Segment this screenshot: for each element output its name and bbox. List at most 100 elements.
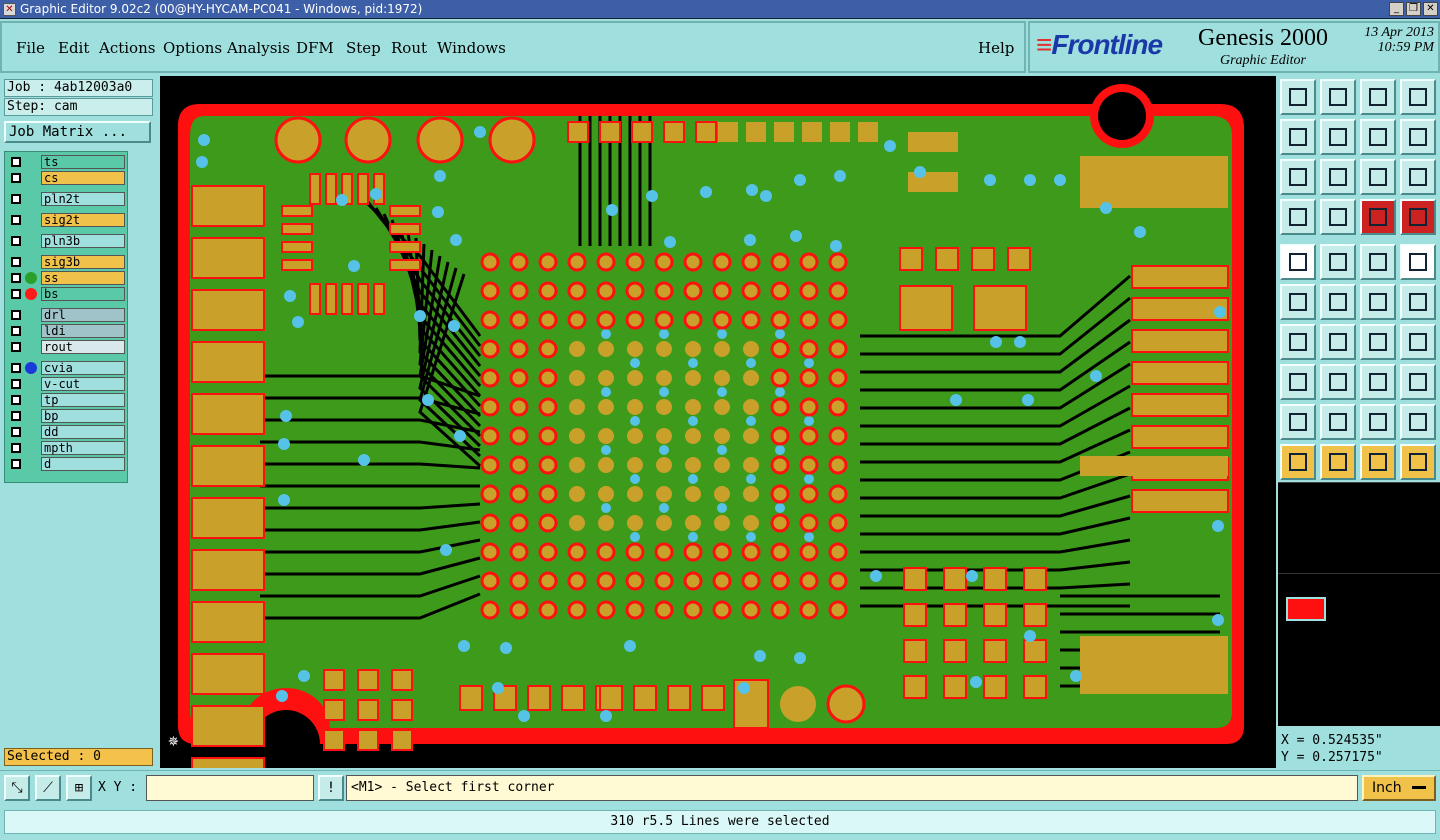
grid-snap-icon[interactable]: ⊞ — [66, 775, 92, 801]
triangle3-icon[interactable] — [1360, 404, 1396, 440]
menu-analysis[interactable]: Analysis — [227, 39, 290, 57]
layer-checkbox[interactable] — [11, 310, 21, 320]
layer-name[interactable]: pln3b — [41, 234, 125, 248]
minimize-icon[interactable]: _ — [1389, 2, 1404, 16]
layer-checkbox[interactable] — [11, 326, 21, 336]
layer-checkbox[interactable] — [11, 459, 21, 469]
pad-icon[interactable] — [1280, 244, 1316, 280]
layer-name[interactable]: cvia — [41, 361, 125, 375]
layer-name[interactable]: bp — [41, 409, 125, 423]
dash-circle-icon[interactable] — [1400, 244, 1436, 280]
close-icon[interactable]: ✕ — [1423, 2, 1438, 16]
layer-row-ts[interactable]: ts — [7, 155, 127, 169]
triangle4-icon[interactable] — [1400, 404, 1436, 440]
layer-checkbox[interactable] — [11, 342, 21, 352]
layer-row-cs[interactable]: cs — [7, 171, 127, 185]
overview-viewport[interactable] — [1286, 597, 1326, 621]
grid-icon[interactable] — [1320, 199, 1356, 235]
fit-icon[interactable] — [1280, 159, 1316, 195]
layer-name[interactable]: drl — [41, 308, 125, 322]
copy-icon[interactable] — [1280, 364, 1316, 400]
left-icon[interactable] — [1280, 119, 1316, 155]
layer-checkbox[interactable] — [11, 173, 21, 183]
graphics-canvas[interactable]: ✵ — [160, 76, 1276, 799]
shape-icon[interactable] — [1320, 244, 1356, 280]
menu-actions[interactable]: Actions — [99, 39, 155, 57]
home-icon[interactable] — [1360, 79, 1396, 115]
right-icon[interactable] — [1320, 119, 1356, 155]
angle-icon[interactable] — [1280, 324, 1316, 360]
layer-checkbox[interactable] — [11, 379, 21, 389]
layer-row-cvia[interactable]: cvia — [7, 361, 127, 375]
layer-row-dd[interactable]: dd — [7, 425, 127, 439]
layer-row-drl[interactable]: drl — [7, 308, 127, 322]
layer-name[interactable]: d — [41, 457, 125, 471]
menu-options[interactable]: Options — [163, 39, 222, 57]
layer-row-bs[interactable]: bs — [7, 287, 127, 301]
cross-icon[interactable] — [1320, 284, 1356, 320]
layer-checkbox[interactable] — [11, 363, 21, 373]
layer-row-sig2t[interactable]: sig2t — [7, 213, 127, 227]
layer-name[interactable]: tp — [41, 393, 125, 407]
layer-name[interactable]: ts — [41, 155, 125, 169]
minus-icon[interactable] — [1320, 364, 1356, 400]
layer-row-d[interactable]: d — [7, 457, 127, 471]
layer-name[interactable]: sig2t — [41, 213, 125, 227]
layer-name[interactable]: v-cut — [41, 377, 125, 391]
layer-row-v-cut[interactable]: v-cut — [7, 377, 127, 391]
layer-checkbox[interactable] — [11, 236, 21, 246]
menu-windows[interactable]: Windows — [437, 39, 506, 57]
net-icon[interactable] — [1280, 284, 1316, 320]
overview-map[interactable] — [1278, 482, 1440, 726]
help-icon[interactable] — [1400, 159, 1436, 195]
ruler-icon[interactable] — [1360, 244, 1396, 280]
layer-name[interactable]: ss — [41, 271, 125, 285]
layer-row-pln2t[interactable]: pln2t — [7, 192, 127, 206]
layer-row-tp[interactable]: tp — [7, 393, 127, 407]
restore-icon[interactable]: ❐ — [1406, 2, 1421, 16]
layer-row-pln3b[interactable]: pln3b — [7, 234, 127, 248]
unit-selector[interactable]: Inch — [1362, 775, 1436, 801]
panel-icon[interactable] — [1400, 79, 1436, 115]
layer-name[interactable]: sig3b — [41, 255, 125, 269]
layers-red2-icon[interactable] — [1400, 199, 1436, 235]
measure-icon[interactable]: ⟋ — [35, 775, 61, 801]
xy-input[interactable] — [146, 775, 314, 801]
home-up-icon[interactable] — [1280, 79, 1316, 115]
layer-checkbox[interactable] — [11, 395, 21, 405]
home-down-icon[interactable] — [1320, 79, 1356, 115]
layer-name[interactable]: cs — [41, 171, 125, 185]
app-icon[interactable]: ✕ — [3, 3, 16, 16]
job-matrix-button[interactable]: Job Matrix ... — [4, 121, 151, 143]
tools-icon[interactable] — [1280, 199, 1316, 235]
layer-name[interactable]: bs — [41, 287, 125, 301]
layer-name[interactable]: dd — [41, 425, 125, 439]
pointer-select-icon[interactable] — [1360, 444, 1396, 480]
layer-checkbox[interactable] — [11, 194, 21, 204]
pointer-box-icon[interactable] — [1320, 444, 1356, 480]
menu-help[interactable]: Help — [978, 39, 1014, 57]
triangle-icon[interactable] — [1280, 404, 1316, 440]
triangle2-icon[interactable] — [1320, 404, 1356, 440]
layer-checkbox[interactable] — [11, 289, 21, 299]
move-icon[interactable] — [1360, 364, 1396, 400]
layer-row-ldi[interactable]: ldi — [7, 324, 127, 338]
mirror-icon[interactable] — [1360, 119, 1396, 155]
layer-row-bp[interactable]: bp — [7, 409, 127, 423]
layer-checkbox[interactable] — [11, 443, 21, 453]
layer-checkbox[interactable] — [11, 215, 21, 225]
layer-row-rout[interactable]: rout — [7, 340, 127, 354]
menu-edit[interactable]: Edit — [58, 39, 89, 57]
pointer-icon[interactable] — [1280, 444, 1316, 480]
line-icon[interactable] — [1320, 324, 1356, 360]
layer-row-ss[interactable]: ss — [7, 271, 127, 285]
link2-icon[interactable] — [1400, 284, 1436, 320]
pointer-path-icon[interactable] — [1400, 444, 1436, 480]
layer-name[interactable]: ldi — [41, 324, 125, 338]
layer-row-mpth[interactable]: mpth — [7, 441, 127, 455]
layers-red-icon[interactable] — [1360, 199, 1396, 235]
layer-checkbox[interactable] — [11, 427, 21, 437]
layer-checkbox[interactable] — [11, 157, 21, 167]
snap-icon[interactable]: ⤡ — [4, 775, 30, 801]
layer-name[interactable]: rout — [41, 340, 125, 354]
